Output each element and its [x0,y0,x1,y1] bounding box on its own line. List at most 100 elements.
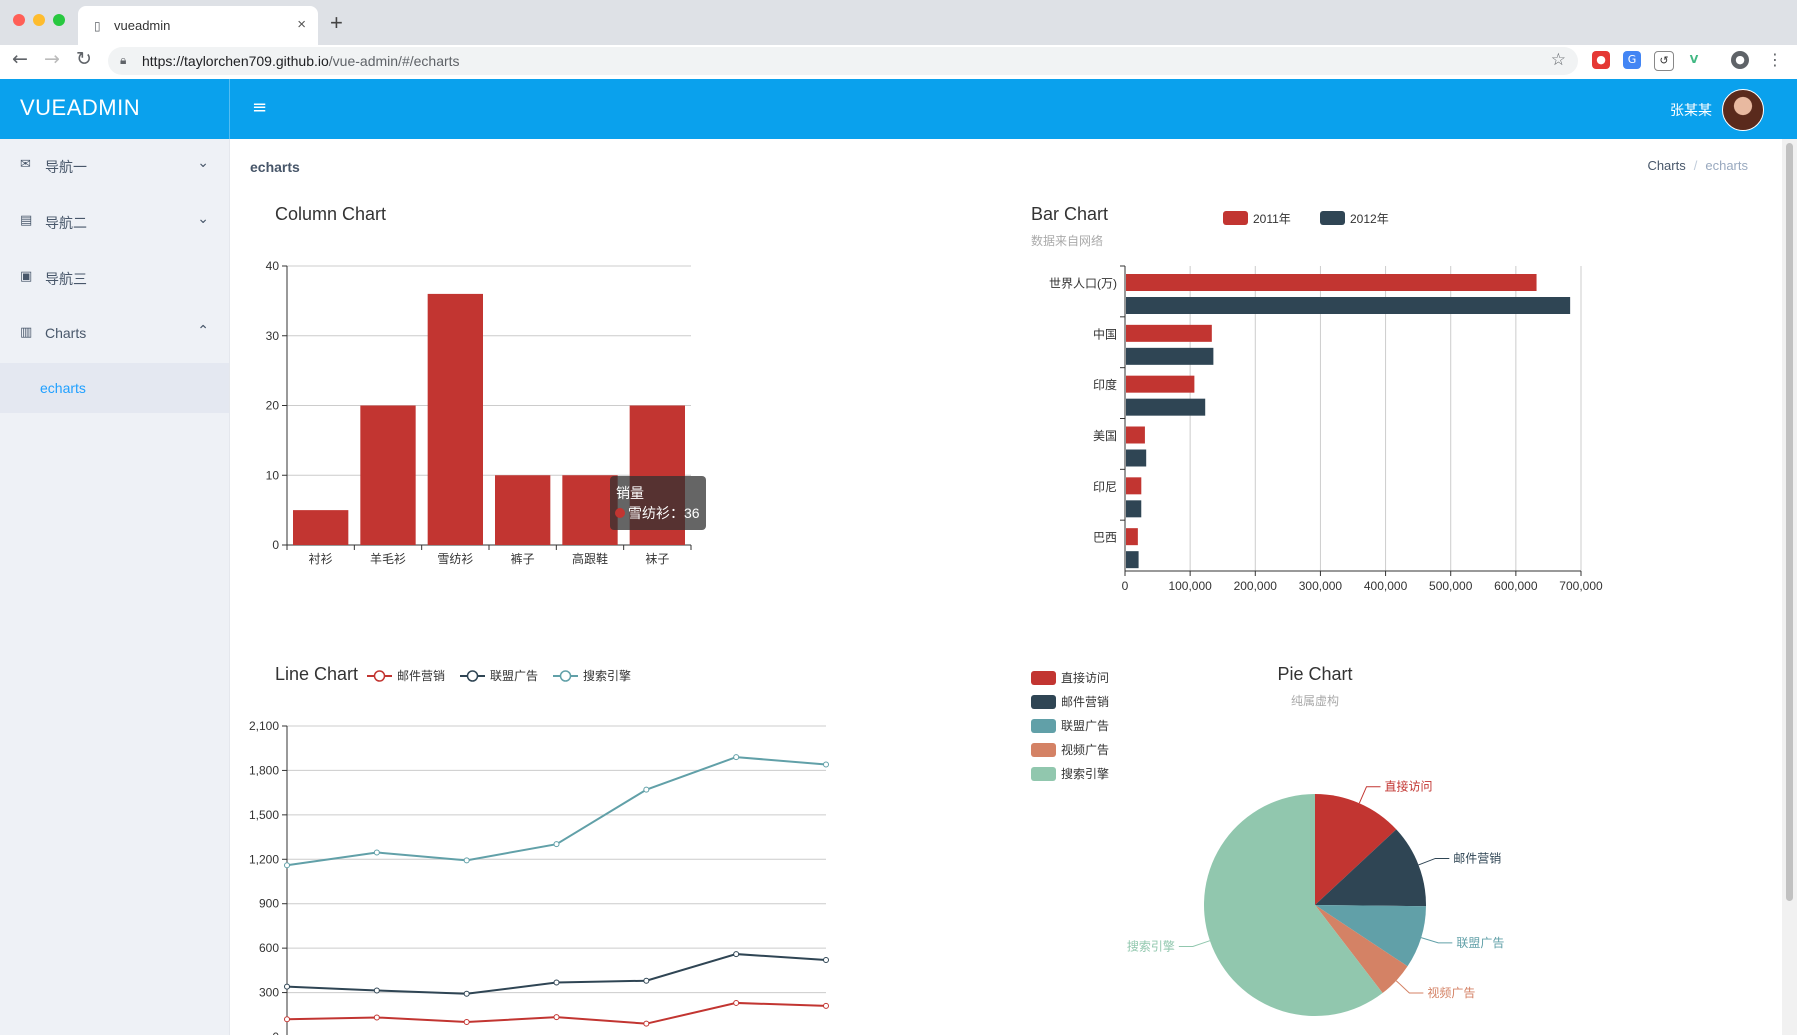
more-menu-icon[interactable]: ⋮ [1766,51,1784,69]
column-bar[interactable] [495,475,551,545]
bar-2012年[interactable] [1126,551,1139,569]
y-tick-label: 中国 [1093,326,1117,341]
line-point[interactable] [733,999,740,1006]
line-point[interactable] [373,849,380,856]
bar-2011年[interactable] [1126,477,1142,495]
bar-2011年[interactable] [1126,375,1195,393]
bar-2011年[interactable] [1126,324,1212,342]
extension-flag-icon[interactable]: ● [1592,51,1610,69]
line-point[interactable] [553,841,560,848]
reload-icon[interactable]: ↻ [76,48,92,70]
bar-2012年[interactable] [1126,500,1142,518]
line-point[interactable] [463,990,470,997]
legend-swatch [1031,695,1056,709]
line-point[interactable] [553,979,560,986]
sidebar-item-nav2[interactable]: ▤ 导航二 ⌄ [0,195,229,251]
column-bar[interactable] [293,510,349,545]
pie-chart-subtitle: 纯属虚构 [1291,693,1339,708]
translate-icon[interactable]: G [1623,51,1641,69]
close-tab-icon[interactable]: × [297,16,306,33]
line-series-邮件营销[interactable] [286,1001,827,1025]
line-series-搜索引擎[interactable] [286,756,827,867]
bar-2011年[interactable] [1126,426,1145,444]
legend-swatch [1031,743,1056,757]
column-bar[interactable] [427,293,483,545]
bar-2012年[interactable] [1126,297,1571,314]
browser-tab-bar: ▯ vueadmin × + [0,0,1797,45]
bar-2011年[interactable] [1126,274,1537,291]
line-point[interactable] [373,1014,380,1021]
line-point[interactable] [823,956,829,963]
line-point[interactable] [463,1019,470,1026]
legend-label: 搜索引擎 [1061,766,1109,781]
sidebar-item-label: 导航二 [45,215,87,231]
column-bar[interactable] [360,405,416,546]
x-tick-label: 500,000 [1429,579,1473,593]
bar-2012年[interactable] [1126,398,1206,416]
y-tick-label: 0 [272,538,279,552]
line-point[interactable] [463,857,470,864]
line-point[interactable] [553,1014,560,1021]
line-point[interactable] [284,862,290,869]
sidebar-item-label: Charts [45,325,87,341]
sidebar-subitem-echarts[interactable]: echarts [0,363,229,413]
y-tick-label: 印度 [1093,377,1117,392]
legend-swatch-2012 [1320,211,1345,225]
history-icon[interactable]: ↺ [1654,51,1674,71]
y-tick-label: 巴西 [1093,531,1117,545]
maximize-window-button[interactable] [53,14,65,26]
bar-2011年[interactable] [1126,528,1138,546]
pie-label-line [1420,937,1453,944]
line-point[interactable] [284,983,290,990]
x-tick-label: 衬衫 [309,552,333,566]
menu-toggle-icon[interactable]: ≡ [252,97,267,118]
line-point[interactable] [373,987,380,994]
vue-devtools-icon[interactable]: V [1685,51,1703,69]
user-name[interactable]: 张某某 [1670,100,1712,120]
new-tab-icon[interactable]: + [330,10,343,36]
address-bar[interactable]: 🔒︎ https://taylorchen709.github.io/vue-a… [108,47,1578,75]
sidebar-item-nav1[interactable]: ✉ 导航一 ⌄ [0,139,229,195]
bar-2012年[interactable] [1126,449,1147,467]
pie-label: 邮件营销 [1453,851,1501,865]
scrollbar-thumb[interactable] [1786,143,1793,901]
line-point[interactable] [643,786,650,793]
line-series-联盟广告[interactable] [286,953,827,995]
line-point[interactable] [823,1002,829,1009]
line-point[interactable] [823,761,829,768]
browser-tab[interactable]: ▯ vueadmin × [78,6,318,45]
line-chart-legend[interactable]: 邮件营销 联盟广告 搜索引擎 [367,668,631,683]
app-header: VUEADMIN ≡ 张某某 [0,79,1797,139]
legend-label: 邮件营销 [1061,695,1109,709]
column-bar[interactable] [562,475,618,545]
sidebar-item-charts[interactable]: ▥ Charts ⌃ [0,307,229,363]
bar-chart-legend[interactable]: 2011年 2012年 [1223,211,1389,226]
sidebar-item-nav3[interactable]: ▣ 导航三 [0,251,229,307]
bookmark-star-icon[interactable]: ☆ [1551,50,1566,70]
line-point[interactable] [733,754,740,761]
line-point[interactable] [284,1016,290,1023]
page-scrollbar[interactable] [1782,139,1797,1035]
close-window-button[interactable] [13,14,25,26]
legend-swatch [1031,767,1056,781]
profile-icon[interactable]: ● [1731,51,1749,69]
y-tick-label: 10 [266,468,280,482]
line-chart: Line Chart 邮件营销 联盟广告 搜索引擎 0 300 600 900 1,200 1… [249,664,829,1035]
forward-icon[interactable]: → [44,48,60,70]
line-point[interactable] [643,1020,650,1027]
minimize-window-button[interactable] [33,14,45,26]
legend-marker [466,670,479,682]
back-icon[interactable]: ← [12,48,28,70]
x-tick-label: 200,000 [1234,579,1278,593]
pie-chart-legend[interactable]: 直接访问邮件营销联盟广告视频广告搜索引擎 [1031,670,1109,781]
avatar[interactable] [1722,89,1764,131]
x-tick-label: 0 [1122,579,1129,593]
line-point[interactable] [643,977,650,984]
tooltip-marker [615,508,625,518]
line-point[interactable] [733,951,740,958]
pie-label: 联盟广告 [1456,936,1504,950]
legend-label: 联盟广告 [1061,719,1109,733]
y-tick-label: 40 [266,259,280,273]
legend-label: 搜索引擎 [583,668,631,683]
bar-2012年[interactable] [1126,347,1214,365]
